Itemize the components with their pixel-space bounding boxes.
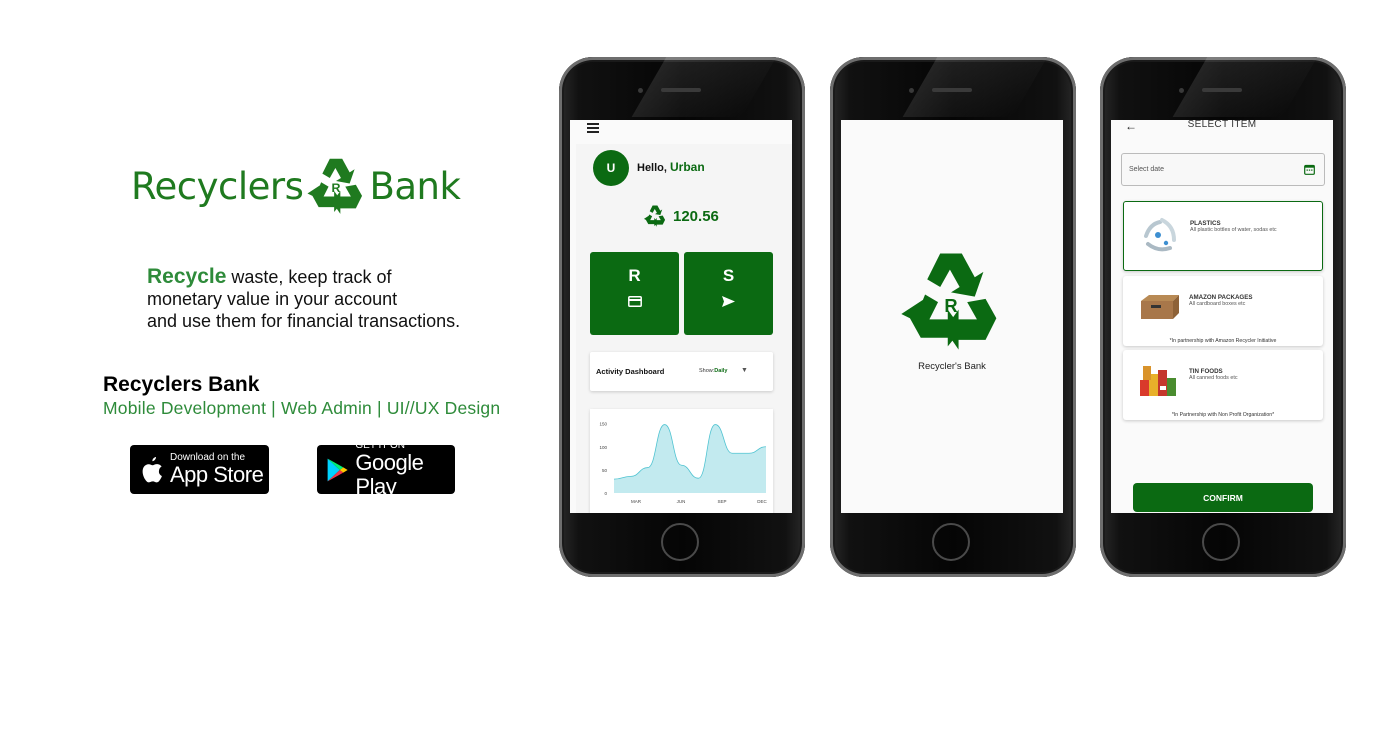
user-name: Urban bbox=[670, 160, 705, 174]
series-area bbox=[614, 424, 766, 493]
tin-cans-image bbox=[1140, 366, 1176, 396]
screen-splash: R Recycler's Bank bbox=[841, 120, 1063, 513]
show-filter[interactable]: Show:Daily bbox=[699, 368, 727, 374]
speaker-slot bbox=[932, 88, 972, 92]
x-tick-label: MAR bbox=[631, 499, 642, 504]
y-tick-label: 150 bbox=[599, 422, 607, 427]
camera-dot bbox=[909, 88, 914, 93]
plastic-bottles-image bbox=[1144, 218, 1176, 252]
date-placeholder: Select date bbox=[1129, 166, 1165, 173]
item-card-amazon[interactable]: AMAZON PACKAGES All cardboard boxes etc … bbox=[1123, 276, 1323, 346]
home-button[interactable] bbox=[932, 523, 970, 561]
play-icon bbox=[327, 458, 348, 481]
tagline-line2: monetary value in your account bbox=[147, 289, 398, 309]
phone-glare bbox=[631, 57, 777, 117]
phone-glare bbox=[902, 57, 1048, 117]
project-title: Recyclers Bank bbox=[103, 373, 260, 396]
tagline-highlight: Recycle bbox=[147, 265, 227, 288]
select-item-title: SELECT ITEM bbox=[1187, 120, 1257, 130]
x-tick-label: DEC bbox=[757, 499, 767, 504]
phone-splash: R Recycler's Bank bbox=[830, 57, 1076, 577]
send-button[interactable]: S bbox=[684, 252, 773, 335]
app-store-badge[interactable]: Download on the App Store bbox=[130, 445, 269, 494]
logo-text-right: Bank bbox=[369, 164, 461, 208]
logo-mark-letter: R bbox=[332, 181, 341, 195]
tagline: Recycle waste, keep track of monetary va… bbox=[147, 266, 527, 332]
home-button[interactable] bbox=[1202, 523, 1240, 561]
google-play-badge[interactable]: GET IT ON Google Play bbox=[317, 440, 455, 499]
cardboard-box-image bbox=[1141, 295, 1179, 319]
speaker-slot bbox=[661, 88, 701, 92]
chart-svg: 0 50 100 150 MAR JUN SEP DEC bbox=[599, 422, 767, 504]
screen-dashboard: U Hello, Urban 120.56 R S Activity Dashb… bbox=[570, 120, 792, 513]
splash-app-name: Recycler's Bank bbox=[918, 361, 986, 372]
app-store-big: App Store bbox=[170, 462, 264, 487]
y-tick-label: 50 bbox=[602, 468, 608, 473]
balance: 120.56 bbox=[643, 204, 719, 228]
x-tick-label: JUN bbox=[677, 499, 686, 504]
balance-value: 120.56 bbox=[673, 207, 719, 225]
calendar-icon[interactable] bbox=[1304, 164, 1315, 175]
recycle-icon bbox=[643, 205, 666, 227]
activity-dashboard: Activity Dashboard Show:Daily ▼ bbox=[590, 352, 773, 391]
camera-dot bbox=[1179, 88, 1184, 93]
item-note: *In Partnership with Non Profit Organiza… bbox=[1171, 412, 1275, 418]
dashboard-title: Activity Dashboard bbox=[596, 367, 665, 376]
confirm-button[interactable]: CONFIRM bbox=[1133, 483, 1313, 512]
caret-down-icon[interactable]: ▼ bbox=[741, 367, 748, 374]
splash-letter: R bbox=[944, 295, 957, 316]
tile-r-label: R bbox=[628, 266, 641, 285]
screen-select-item: SELECT ITEM ← Select date PLASTICS All p… bbox=[1111, 120, 1333, 513]
tagline-line3: and use them for financial transactions. bbox=[147, 311, 461, 331]
x-tick-label: SEP bbox=[717, 499, 726, 504]
show-label: Show: bbox=[699, 368, 715, 374]
tagline-line1: waste, keep track of bbox=[226, 267, 392, 287]
item-note: *In partnership with Amazon Recycler Ini… bbox=[1169, 338, 1277, 344]
recycle-icon: R bbox=[307, 158, 363, 214]
speaker-slot bbox=[1202, 88, 1242, 92]
date-input[interactable]: Select date bbox=[1121, 153, 1325, 186]
brand-logo: Recyclers R Bank bbox=[131, 154, 461, 218]
item-card-tin-foods[interactable]: TIN FOODS All canned foods etc *In Partn… bbox=[1123, 350, 1323, 420]
activity-chart: 0 50 100 150 MAR JUN SEP DEC bbox=[590, 409, 773, 513]
phone-dashboard: U Hello, Urban 120.56 R S Activity Dashb… bbox=[559, 57, 805, 577]
tile-s-label: S bbox=[722, 266, 735, 285]
item-name: AMAZON PACKAGES bbox=[1189, 294, 1253, 301]
item-card-plastics[interactable]: PLASTICS All plastic bottles of water, s… bbox=[1123, 201, 1323, 271]
menu-icon[interactable] bbox=[587, 123, 599, 133]
logo-text-left: Recyclers bbox=[131, 164, 304, 208]
greeting: Hello, Urban bbox=[637, 160, 705, 174]
phone-select-item: SELECT ITEM ← Select date PLASTICS All p… bbox=[1100, 57, 1346, 577]
item-desc: All canned foods etc bbox=[1189, 375, 1238, 381]
y-tick-label: 0 bbox=[604, 491, 607, 496]
item-desc: All cardboard boxes etc bbox=[1189, 301, 1246, 307]
receive-button[interactable]: R bbox=[590, 252, 679, 335]
item-name: PLASTICS bbox=[1190, 220, 1221, 227]
card-icon bbox=[627, 296, 642, 307]
back-arrow-icon[interactable]: ← bbox=[1125, 120, 1137, 133]
project-subtitle: Mobile Development | Web Admin | UI//UX … bbox=[103, 398, 501, 418]
camera-dot bbox=[638, 88, 643, 93]
item-name: TIN FOODS bbox=[1189, 368, 1223, 375]
avatar[interactable]: U bbox=[593, 150, 629, 186]
play-big: Google Play bbox=[355, 450, 424, 499]
show-value: Daily bbox=[714, 368, 728, 374]
phone-glare bbox=[1172, 57, 1318, 117]
item-desc: All plastic bottles of water, sodas etc bbox=[1190, 227, 1277, 233]
apple-icon bbox=[142, 456, 162, 482]
y-tick-label: 100 bbox=[599, 445, 607, 450]
home-button[interactable] bbox=[661, 523, 699, 561]
recycle-icon: R bbox=[901, 253, 997, 350]
send-icon bbox=[722, 296, 735, 307]
greeting-text: Hello, bbox=[637, 162, 671, 174]
